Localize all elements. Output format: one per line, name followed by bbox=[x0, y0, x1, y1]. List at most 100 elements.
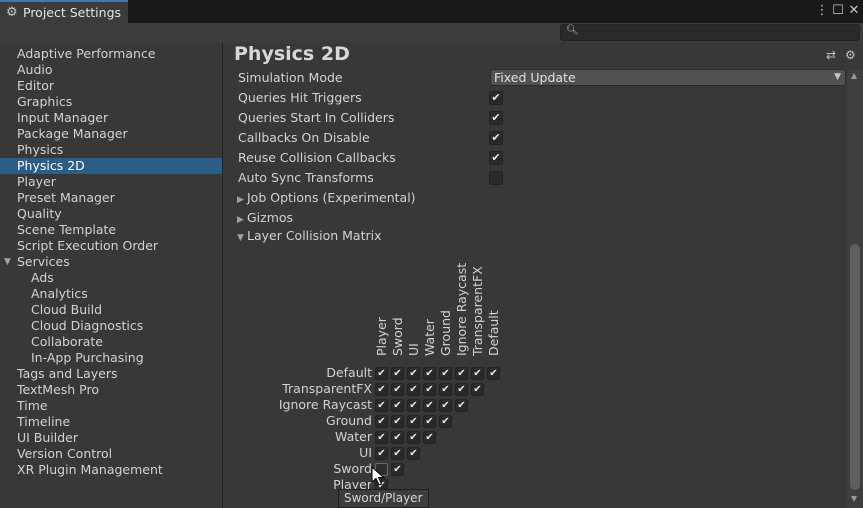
sidebar-item[interactable]: Version Control bbox=[0, 446, 222, 462]
sidebar-item[interactable]: Package Manager bbox=[0, 126, 222, 142]
sidebar-item[interactable]: Quality bbox=[0, 206, 222, 222]
sidebar-item[interactable]: Time bbox=[0, 398, 222, 414]
matrix-checkbox[interactable]: ✔ bbox=[375, 399, 388, 412]
foldout-collapsed-icon[interactable]: ▶ bbox=[237, 211, 247, 229]
matrix-checkbox[interactable]: ✔ bbox=[423, 415, 436, 428]
simulation-mode-dropdown[interactable]: Fixed Update ▼ bbox=[490, 69, 846, 86]
foldout-header[interactable]: ▶ Gizmos bbox=[237, 209, 293, 227]
sidebar-item-label: Player bbox=[17, 174, 56, 189]
toggle-checkbox[interactable]: ✔ bbox=[489, 111, 503, 125]
matrix-checkbox[interactable]: ✔ bbox=[375, 447, 388, 460]
sidebar-item[interactable]: Graphics bbox=[0, 94, 222, 110]
sidebar-item[interactable]: XR Plugin Management bbox=[0, 462, 222, 478]
sidebar-item[interactable]: Cloud Diagnostics bbox=[0, 318, 222, 334]
sidebar-item[interactable]: Analytics bbox=[0, 286, 222, 302]
matrix-checkbox[interactable]: ✔ bbox=[391, 383, 404, 396]
sidebar-item[interactable]: Editor bbox=[0, 78, 222, 94]
toggle-label: Queries Start In Colliders bbox=[238, 110, 395, 125]
matrix-column-label: Default bbox=[486, 310, 501, 356]
foldout-collapsed-icon[interactable]: ▶ bbox=[237, 191, 247, 209]
matrix-checkbox[interactable]: ✔ bbox=[423, 399, 436, 412]
sidebar-item-label: UI Builder bbox=[17, 430, 79, 445]
matrix-checkbox[interactable]: ✔ bbox=[407, 399, 420, 412]
sidebar-item[interactable]: Timeline bbox=[0, 414, 222, 430]
sidebar-item-label: Preset Manager bbox=[17, 190, 115, 205]
matrix-column-label: Sword bbox=[390, 317, 405, 356]
scroll-down-arrow-icon[interactable]: ▼ bbox=[851, 494, 857, 503]
kebab-menu-icon[interactable]: ⋮ bbox=[814, 3, 830, 18]
matrix-checkbox[interactable]: ✔ bbox=[391, 463, 404, 476]
matrix-checkbox[interactable]: ✔ bbox=[391, 399, 404, 412]
toggle-checkbox[interactable]: ✔ bbox=[489, 151, 503, 165]
tab-project-settings[interactable]: ⚙ Project Settings bbox=[0, 0, 128, 23]
sidebar-item[interactable]: Ads bbox=[0, 270, 222, 286]
sidebar-item-label: Editor bbox=[17, 78, 54, 93]
toggle-checkbox[interactable]: ✔ bbox=[489, 91, 503, 105]
matrix-checkbox[interactable]: ✔ bbox=[407, 431, 420, 444]
matrix-row-label: UI bbox=[359, 445, 372, 460]
toggle-label: Auto Sync Transforms bbox=[238, 170, 374, 185]
matrix-checkbox[interactable]: ✔ bbox=[487, 367, 500, 380]
matrix-checkbox[interactable]: ✔ bbox=[423, 383, 436, 396]
sidebar-item[interactable]: Input Manager bbox=[0, 110, 222, 126]
matrix-checkbox[interactable]: ✔ bbox=[407, 383, 420, 396]
sidebar-item-label: XR Plugin Management bbox=[17, 462, 163, 477]
matrix-checkbox[interactable]: ✔ bbox=[375, 431, 388, 444]
toggle-checkbox[interactable] bbox=[489, 171, 503, 185]
gear-icon[interactable]: ⚙ bbox=[845, 48, 856, 62]
settings-sliders-icon[interactable]: ⇄ bbox=[826, 48, 836, 62]
toggle-checkbox[interactable]: ✔ bbox=[489, 131, 503, 145]
toggle-label: Queries Hit Triggers bbox=[238, 90, 362, 105]
matrix-checkbox[interactable]: ✔ bbox=[471, 383, 484, 396]
matrix-checkbox[interactable]: ✔ bbox=[407, 367, 420, 380]
maximize-icon[interactable]: ☐ bbox=[830, 3, 846, 18]
matrix-checkbox[interactable]: ✔ bbox=[391, 415, 404, 428]
sidebar-item[interactable]: Audio bbox=[0, 62, 222, 78]
search-input[interactable]: 🔍︎ bbox=[560, 24, 860, 41]
matrix-checkbox[interactable]: ✔ bbox=[391, 431, 404, 444]
matrix-checkbox[interactable]: ✔ bbox=[423, 431, 436, 444]
matrix-checkbox[interactable]: ✔ bbox=[375, 415, 388, 428]
matrix-checkbox[interactable]: ✔ bbox=[375, 367, 388, 380]
matrix-checkbox[interactable]: ✔ bbox=[407, 447, 420, 460]
matrix-checkbox[interactable]: ✔ bbox=[439, 399, 452, 412]
foldout-header[interactable]: ▶ Job Options (Experimental) bbox=[237, 189, 416, 207]
scrollbar-thumb[interactable] bbox=[850, 244, 860, 490]
matrix-checkbox[interactable]: ✔ bbox=[407, 415, 420, 428]
sidebar-item[interactable]: Collaborate bbox=[0, 334, 222, 350]
matrix-row-label: TransparentFX bbox=[282, 381, 372, 396]
sidebar-item[interactable]: Physics bbox=[0, 142, 222, 158]
sidebar-item[interactable]: Script Execution Order bbox=[0, 238, 222, 254]
matrix-checkbox[interactable]: ✔ bbox=[471, 367, 484, 380]
matrix-checkbox[interactable]: ✔ bbox=[391, 447, 404, 460]
matrix-checkbox[interactable]: ✔ bbox=[391, 367, 404, 380]
sidebar-item[interactable]: Player bbox=[0, 174, 222, 190]
sidebar-item-label: Collaborate bbox=[31, 334, 103, 349]
foldout-header[interactable]: ▼ Layer Collision Matrix bbox=[237, 227, 382, 245]
foldout-expanded-icon[interactable]: ▼ bbox=[4, 254, 11, 270]
matrix-checkbox[interactable]: ✔ bbox=[423, 367, 436, 380]
scroll-up-arrow-icon[interactable]: ▲ bbox=[851, 71, 857, 80]
sidebar-item[interactable]: Tags and Layers bbox=[0, 366, 222, 382]
matrix-checkbox[interactable]: ✔ bbox=[455, 383, 468, 396]
sidebar-item[interactable]: Adaptive Performance bbox=[0, 46, 222, 62]
matrix-checkbox[interactable]: ✔ bbox=[375, 383, 388, 396]
sidebar-item[interactable]: UI Builder bbox=[0, 430, 222, 446]
matrix-checkbox[interactable]: ✔ bbox=[455, 399, 468, 412]
sidebar-item[interactable]: Preset Manager bbox=[0, 190, 222, 206]
matrix-checkbox[interactable]: ✔ bbox=[439, 415, 452, 428]
close-icon[interactable]: ✕ bbox=[846, 3, 862, 18]
sidebar-item[interactable]: In-App Purchasing bbox=[0, 350, 222, 366]
sidebar-item[interactable]: Cloud Build bbox=[0, 302, 222, 318]
sidebar-item[interactable]: ▼ Services bbox=[0, 254, 222, 270]
sidebar-item[interactable]: Physics 2D bbox=[0, 158, 222, 174]
foldout-expanded-icon[interactable]: ▼ bbox=[237, 229, 247, 247]
sidebar-item[interactable]: TextMesh Pro bbox=[0, 382, 222, 398]
matrix-checkbox[interactable]: ✔ bbox=[455, 367, 468, 380]
toggle-label: Reuse Collision Callbacks bbox=[238, 150, 396, 165]
matrix-checkbox[interactable]: ✔ bbox=[439, 367, 452, 380]
sidebar-item-label: Timeline bbox=[17, 414, 71, 429]
sidebar-item-label: Adaptive Performance bbox=[17, 46, 156, 61]
sidebar-item[interactable]: Scene Template bbox=[0, 222, 222, 238]
matrix-checkbox[interactable]: ✔ bbox=[439, 383, 452, 396]
